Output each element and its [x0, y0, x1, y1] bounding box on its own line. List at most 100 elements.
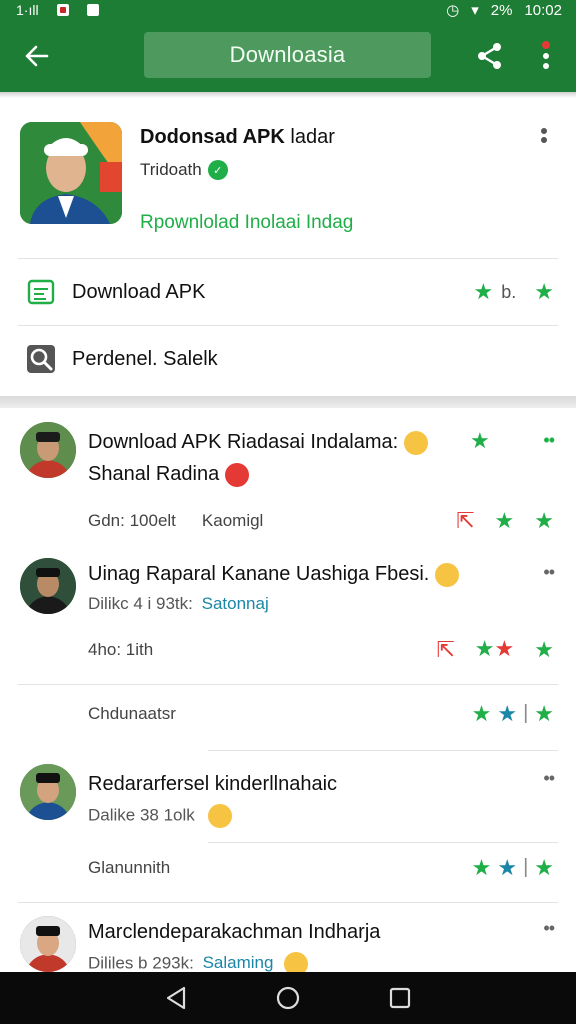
download-apk-row[interactable]: Download APK ★ b. ★: [0, 259, 576, 325]
star-icon: ★: [473, 279, 494, 304]
divider: [18, 684, 558, 685]
post-actions-secondary: Chdunaatsr ★ ★ | ★: [88, 702, 554, 725]
battery-text: 2%: [490, 1, 513, 19]
avatar[interactable]: [20, 422, 76, 478]
post-rating-icons: ★ ★ | ★: [472, 702, 554, 725]
star-icon[interactable]: ★: [497, 856, 517, 879]
rating-suffix: b.: [501, 281, 517, 302]
post-meta: Dilikc 4 i 93tk: Satonnaj: [88, 594, 269, 614]
post-meta-text: Dilikc 4 i 93tk:: [88, 594, 193, 613]
post-title-line: Uinag Raparal Kanane Uashiga Fbesi.: [88, 563, 430, 585]
smile-emoji-icon: [207, 804, 232, 828]
separator: |: [523, 856, 529, 878]
post-title-line: Download APK Riadasai Indalama:: [88, 431, 399, 453]
bookmark-star-icon[interactable]: ★: [534, 510, 554, 532]
user-avatar-icon: [20, 764, 76, 820]
separator: |: [523, 702, 529, 724]
post-actions: Gdn: 100elt Kaomigl ⇱ ★ ★: [88, 510, 554, 532]
share-button[interactable]: [472, 38, 508, 74]
post-title: Uinag Raparal Kanane Uashiga Fbesi.: [88, 558, 459, 590]
alarm-icon: ◷: [446, 2, 460, 19]
post-action-icons: ⇱ ★★ ★: [436, 638, 554, 661]
post-more-icon[interactable]: ••: [543, 430, 555, 451]
developer-row: Tridoath ✓: [140, 160, 228, 180]
post-more-icon[interactable]: ••: [543, 768, 555, 789]
post-more-icon[interactable]: ••: [543, 562, 555, 583]
star-icon[interactable]: ★: [470, 430, 490, 452]
star-icon: ★: [534, 279, 554, 304]
post-meta-text: Dililes b 293k:: [88, 953, 194, 973]
star-icon[interactable]: ★: [472, 702, 492, 725]
download-apk-label: Download APK: [72, 280, 206, 303]
post-title: Redararfersel kinderllnahaic: [88, 768, 337, 800]
back-triangle-icon[interactable]: [165, 986, 187, 1010]
post-actions: Glanunnith ★ ★ | ★: [88, 856, 554, 879]
avatar[interactable]: [20, 764, 76, 820]
app-header: Dodonsad APK ladar Tridoath ✓ Rpownlolad…: [0, 98, 576, 258]
post-title: Marclendeparakachman Indharja: [88, 916, 380, 948]
post-item[interactable]: Uinag Raparal Kanane Uashiga Fbesi. Dili…: [0, 548, 576, 724]
star-icon[interactable]: ★: [472, 856, 492, 879]
clock: 10:02: [524, 1, 562, 19]
share-arrow-icon[interactable]: ⇱: [436, 638, 454, 661]
notification-icon: [56, 4, 69, 16]
post-tag[interactable]: Satonnaj: [202, 594, 269, 613]
post-subtitle: Shanal Radina: [88, 458, 249, 490]
person-portrait-icon: [20, 122, 122, 224]
recents-square-icon[interactable]: [389, 987, 411, 1009]
star-icon[interactable]: ★: [534, 702, 554, 725]
app-name-extra: ladar: [290, 126, 335, 148]
arrow-left-icon: [25, 45, 49, 67]
post-meta: Dalike 38 1olk: [88, 804, 232, 828]
post-actions: 4ho: 1ith ⇱ ★★ ★: [88, 638, 554, 661]
wifi-icon: ▾: [471, 2, 479, 19]
star-icon[interactable]: ★: [495, 510, 515, 532]
post-meta-right: Kaomigl: [201, 511, 264, 530]
divider: [208, 750, 558, 751]
avatar[interactable]: [20, 916, 76, 972]
home-circle-icon[interactable]: [276, 986, 300, 1010]
app-title: Dodonsad APK ladar: [140, 126, 335, 149]
star-icon[interactable]: ★: [497, 702, 517, 725]
page-title: Downloasia: [144, 32, 431, 78]
notification-icon: [86, 4, 99, 16]
app-bar: Downloasia: [0, 20, 576, 92]
rating-mini: ★ b. ★: [474, 281, 554, 303]
post-rating-icons: ★ ★ | ★: [472, 856, 554, 879]
user-avatar-icon: [20, 422, 76, 478]
search-icon: [27, 345, 55, 373]
smile-emoji-icon: [403, 430, 428, 455]
post-action-text: Glanunnith: [88, 857, 171, 877]
smile-emoji-icon: [434, 562, 459, 587]
post-title-line: Marclendeparakachman Indharja: [88, 921, 381, 943]
share-arrow-icon[interactable]: ⇱: [456, 510, 474, 532]
post-title-line: Redararfersel kinderllnahaic: [88, 773, 338, 795]
verified-icon: ✓: [207, 160, 228, 180]
divider: [18, 902, 558, 903]
post-action-text: 4ho: 1ith: [88, 639, 154, 659]
post-more-icon[interactable]: ••: [543, 918, 555, 939]
signal-text: 1·ıll: [16, 2, 39, 18]
user-avatar-icon: [20, 558, 76, 614]
share-icon: [478, 43, 501, 69]
avatar[interactable]: [20, 558, 76, 614]
app-link[interactable]: Rpownlolad Inolaai Indag: [140, 212, 353, 234]
back-button[interactable]: [16, 36, 56, 76]
post-tag[interactable]: Salaming: [203, 953, 274, 972]
search-label: Perdenel. Salelk: [72, 347, 218, 370]
document-icon: [27, 279, 55, 305]
post-title: Download APK Riadasai Indalama:: [88, 426, 428, 458]
star-icon[interactable]: ★: [534, 638, 554, 661]
more-button[interactable]: [532, 36, 560, 76]
post-meta-text: Dalike 38 1olk: [88, 805, 195, 825]
post-item[interactable]: Redararfersel kinderllnahaic Dalike 38 1…: [0, 750, 576, 890]
post-item[interactable]: Download APK Riadasai Indalama: Shanal R…: [0, 408, 576, 548]
header-more-button[interactable]: [534, 126, 554, 146]
user-avatar-icon: [20, 916, 76, 972]
post-action-text-secondary: Chdunaatsr: [88, 703, 176, 723]
app-icon[interactable]: [20, 122, 122, 224]
tongue-emoji-icon: [224, 462, 249, 487]
search-row[interactable]: Perdenel. Salelk: [0, 326, 576, 392]
star-icon[interactable]: ★: [534, 856, 554, 879]
post-subtitle-line: Shanal Radina: [88, 463, 220, 485]
